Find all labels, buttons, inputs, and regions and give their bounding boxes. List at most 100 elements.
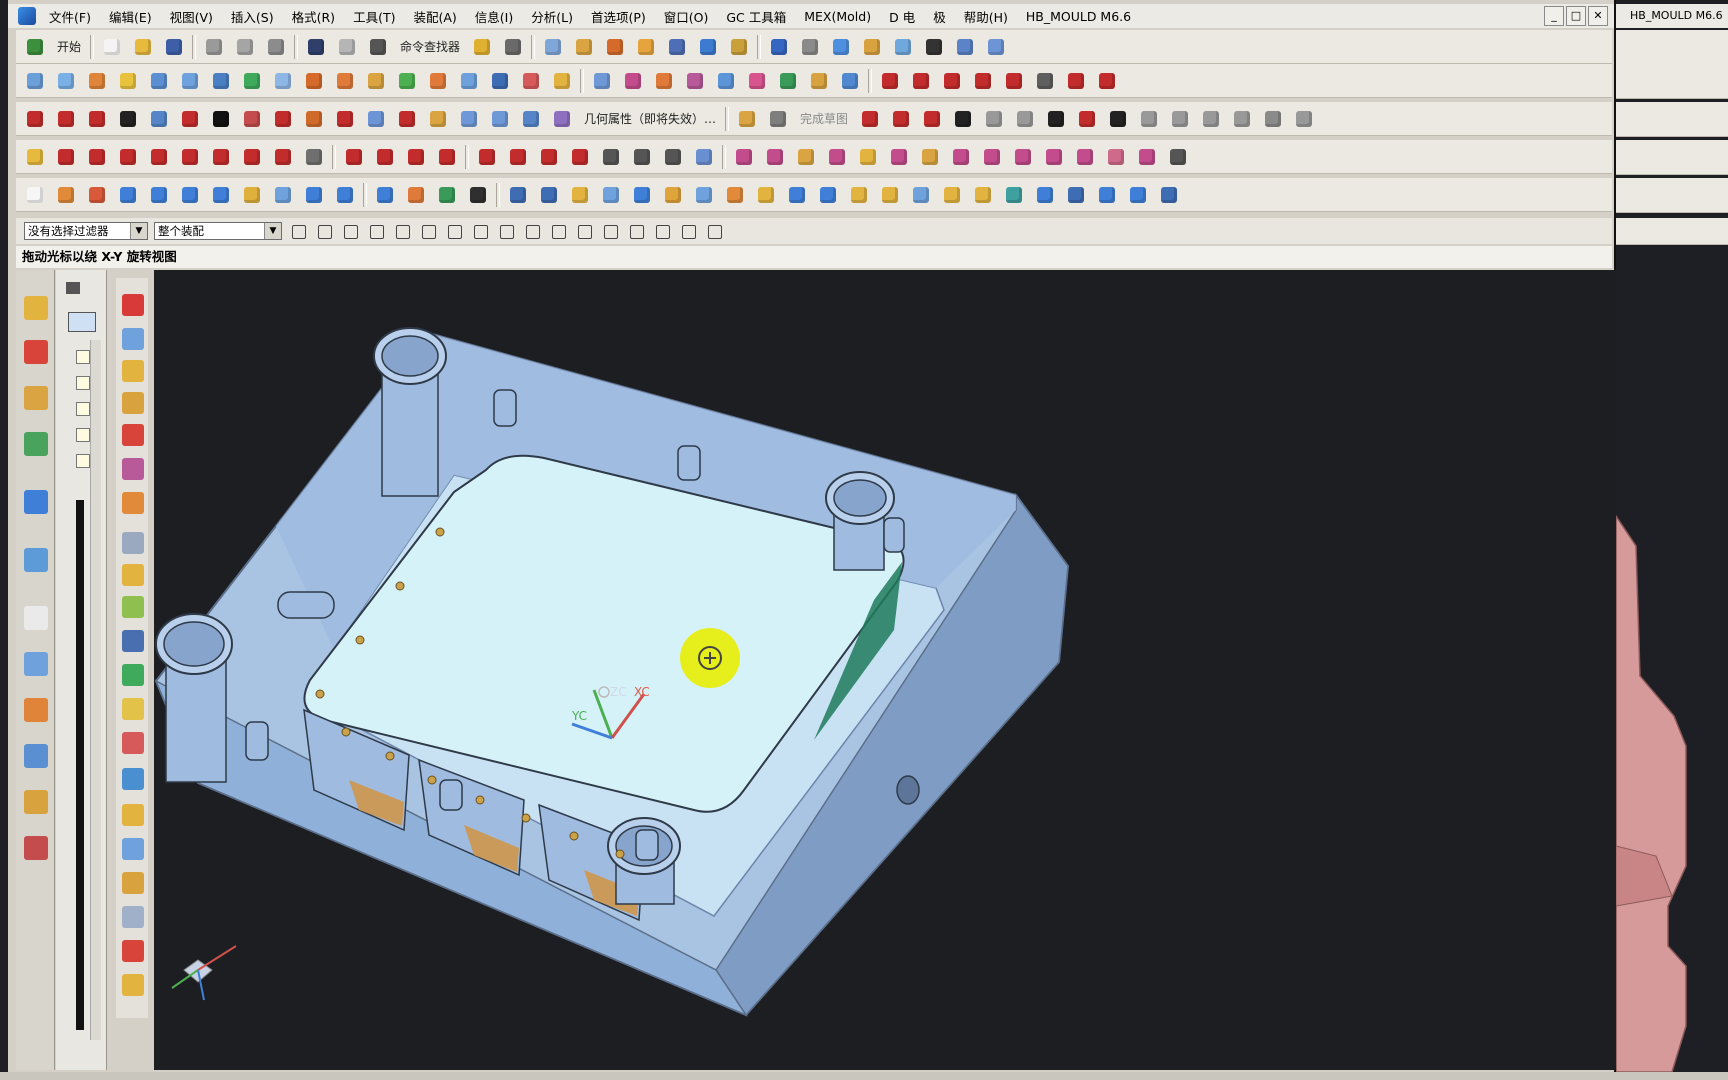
runner-icon[interactable] [691,183,717,207]
mold-base-icon[interactable] [1032,183,1058,207]
bom-mold-icon[interactable] [122,940,144,962]
navigator-node[interactable] [76,402,90,416]
mold-model-view[interactable]: ZC XC YC [154,270,1622,1070]
snap-arc-center-icon[interactable] [574,222,594,240]
command-finder-button[interactable]: 命令查找器 [396,38,464,55]
touch-mode-icon[interactable] [469,35,495,59]
menu-edit[interactable]: 编辑(E) [100,7,161,26]
view-orientation-icon[interactable] [797,35,823,59]
circle-feature-icon[interactable] [208,145,234,169]
face-blend-icon[interactable] [518,69,544,93]
join-curve-icon[interactable] [1032,69,1058,93]
start-button[interactable]: 开始 [53,38,85,55]
menu-format[interactable]: 格式(R) [283,7,344,26]
swept-icon[interactable] [84,69,110,93]
new-file-icon[interactable] [99,35,125,59]
solid-cylinder-icon[interactable] [1094,183,1120,207]
hide-show-icon[interactable] [952,35,978,59]
internet-explorer-icon[interactable] [24,490,48,514]
snap-point-icon[interactable] [691,145,717,169]
manufacturing-wizard-icon[interactable] [24,744,48,768]
bom-icon[interactable] [846,183,872,207]
slot-icon[interactable] [917,145,943,169]
wcs-icon[interactable] [695,35,721,59]
type-filter-select[interactable]: 没有选择过滤器 ▼ [24,222,148,240]
pin-icon[interactable] [66,282,80,294]
combined-projection-icon[interactable] [301,107,327,131]
system-scene-icon[interactable] [24,836,48,860]
selection-mode-icon[interactable] [500,35,526,59]
law-curve-icon[interactable] [270,145,296,169]
menu-file[interactable]: 文件(F) [40,7,100,26]
start-icon[interactable] [22,35,48,59]
bridge-curve-icon[interactable] [394,107,420,131]
n-sided-icon[interactable] [177,69,203,93]
sketch-icon[interactable] [734,107,760,131]
clock-icon[interactable] [24,606,48,630]
mold-wizard-icon[interactable] [53,183,79,207]
groove-icon[interactable] [948,145,974,169]
parting-icon[interactable] [939,183,965,207]
thread-icon[interactable] [332,183,358,207]
geometry-props-icon[interactable] [549,107,575,131]
sketch-feature-icon[interactable] [22,145,48,169]
tangent-line-icon[interactable] [146,145,172,169]
snap-control-point-icon[interactable] [522,222,542,240]
finish-sketch-icon[interactable] [765,107,791,131]
thicken-icon[interactable] [394,69,420,93]
workpiece-mold-icon[interactable] [122,392,144,414]
corner-icon[interactable] [403,145,429,169]
mirror-curve-icon[interactable] [332,107,358,131]
layout-icon[interactable] [122,424,144,446]
display-color-icon[interactable] [921,35,947,59]
circle-icon[interactable] [84,107,110,131]
assembly-navigator-icon[interactable] [24,296,48,320]
parting-tools-icon[interactable] [122,532,144,554]
grid-icon[interactable] [301,145,327,169]
patch-icon[interactable] [363,69,389,93]
sphere-icon[interactable] [177,183,203,207]
section-view-icon[interactable] [890,35,916,59]
open-file-icon[interactable] [130,35,156,59]
close-button[interactable]: ✕ [1588,6,1608,26]
block-icon[interactable] [84,183,110,207]
line-icon[interactable] [22,107,48,131]
snap-center-icon[interactable] [598,145,624,169]
secondary-menu-title[interactable]: HB_MOULD M6.6 [1630,9,1723,22]
snap-endpoint-icon[interactable] [470,222,490,240]
secondary-model-view[interactable] [1616,246,1728,1072]
slider-lifter-icon[interactable] [122,664,144,686]
point-set-icon[interactable] [84,145,110,169]
redo-icon[interactable] [334,35,360,59]
cut-icon[interactable] [201,35,227,59]
general-selection-icon[interactable] [314,222,334,240]
new-part-icon[interactable] [22,183,48,207]
circle-3pt-icon[interactable] [505,145,531,169]
navigator-node[interactable] [76,428,90,442]
menu-mex-mold[interactable]: MEX(Mold) [795,9,880,24]
curve-on-surface-icon[interactable] [877,69,903,93]
fillet-curve-icon[interactable] [1001,69,1027,93]
basic-curve-icon[interactable] [53,145,79,169]
roles-icon[interactable] [24,790,48,814]
selection-scope-select[interactable]: 整个装配 ▼ [154,222,282,240]
menu-tools[interactable]: 工具(T) [344,7,404,26]
divide-face-icon[interactable] [620,69,646,93]
datum-axis-icon[interactable] [403,183,429,207]
nx-logo-icon[interactable] [18,7,36,25]
auto-dimension-icon[interactable] [1291,107,1317,131]
snap-existing-point-icon[interactable] [626,222,646,240]
boss-icon[interactable] [824,145,850,169]
cavity-layout-icon[interactable] [1001,183,1027,207]
sew-icon[interactable] [332,69,358,93]
move-face-icon[interactable] [806,69,832,93]
rectangle-icon[interactable] [115,107,141,131]
quick-trim-icon[interactable] [1167,107,1193,131]
layer-settings-icon[interactable] [540,35,566,59]
resize-blend-icon[interactable] [775,69,801,93]
studio-surface-icon[interactable] [146,69,172,93]
part-navigator-icon[interactable] [24,386,48,410]
subtract-icon[interactable] [1010,145,1036,169]
trim-body-icon[interactable] [1072,145,1098,169]
sketch-circle-icon[interactable] [950,107,976,131]
